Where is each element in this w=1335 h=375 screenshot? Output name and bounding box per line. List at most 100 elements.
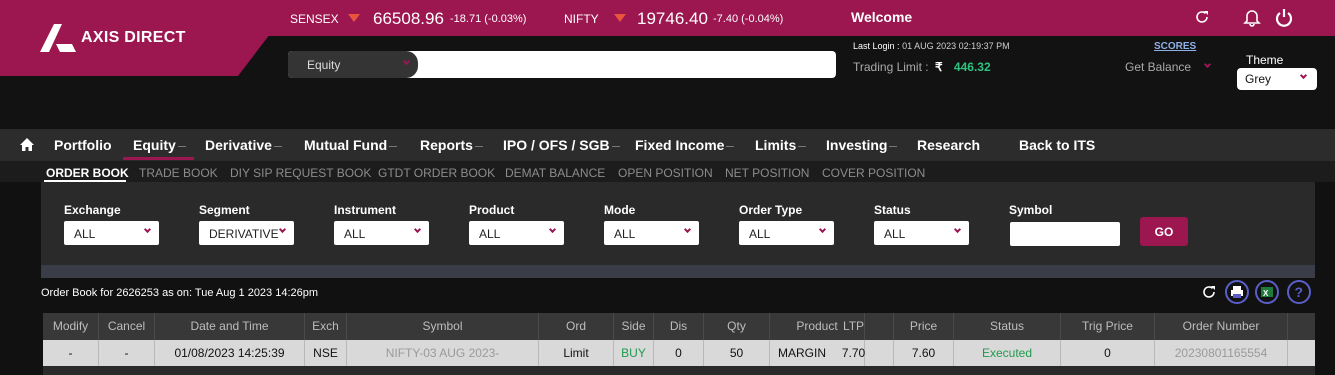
status-select[interactable]: ALL — [874, 221, 969, 245]
excel-export-icon[interactable]: X — [1255, 280, 1279, 304]
nav-limits-label: Limits — [755, 137, 797, 153]
product-select[interactable]: ALL — [469, 221, 564, 245]
last-login: Last Login : 01 AUG 2023 02:19:37 PM — [853, 41, 1010, 51]
cell-exch: NSE — [305, 340, 347, 366]
nifty-change: -7.40 (-0.04%) — [713, 13, 784, 25]
tab-open-position[interactable]: OPEN POSITION — [618, 166, 713, 180]
nifty-name: NIFTY — [564, 12, 599, 26]
nav-back-to-its[interactable]: Back to ITS — [1019, 137, 1095, 153]
nav-equity-label: Equity — [133, 137, 176, 153]
instrument-label: Instrument — [334, 203, 397, 217]
get-balance-dropdown[interactable]: Get Balance — [1125, 60, 1212, 74]
segment-filter-value: DERIVATIVE — [209, 227, 279, 241]
instrument-select[interactable]: ALL — [334, 221, 429, 245]
symbol-input[interactable] — [1010, 222, 1120, 246]
nav-investing-label: Investing — [826, 137, 888, 153]
tab-diy-sip-request-book[interactable]: DIY SIP REQUEST BOOK — [230, 166, 371, 180]
nav-ipo-label: IPO / OFS / SGB — [503, 137, 610, 153]
welcome-title: Welcome — [851, 9, 913, 25]
cell-ltp: 7.70 — [814, 340, 894, 366]
nav-reports[interactable]: Reports — [420, 137, 483, 153]
col-ord[interactable]: Ord — [539, 313, 614, 340]
tab-net-position[interactable]: NET POSITION — [725, 166, 809, 180]
mode-select[interactable]: ALL — [604, 221, 699, 245]
table-header-row: Modify Cancel Date and Time Exch Symbol … — [43, 313, 1315, 340]
col-side[interactable]: Side — [614, 313, 654, 340]
cell-cancel[interactable]: - — [99, 340, 155, 366]
product-value: ALL — [479, 227, 501, 241]
segment-select[interactable]: Equity — [288, 51, 418, 78]
nav-derivative[interactable]: Derivative — [205, 137, 282, 153]
col-exch[interactable]: Exch — [305, 313, 347, 340]
tab-order-book[interactable]: ORDER BOOK — [46, 166, 129, 180]
nav-mutual-fund[interactable]: Mutual Fund — [304, 137, 398, 153]
power-icon[interactable] — [1275, 7, 1293, 27]
tab-cover-position[interactable]: COVER POSITION — [822, 166, 925, 180]
col-dis[interactable]: Dis — [654, 313, 704, 340]
col-date-time[interactable]: Date and Time — [155, 313, 305, 340]
col-ltp[interactable]: LTP — [814, 313, 894, 340]
rupee-icon: ₹ — [934, 60, 943, 74]
search-bar[interactable]: Equity — [288, 51, 836, 78]
order-type-label: Order Type — [739, 203, 803, 217]
header: AXIS DIRECT SENSEX 66508.96 -18.71 (-0.0… — [0, 0, 1335, 128]
home-icon[interactable] — [20, 138, 34, 156]
last-login-value: 01 AUG 2023 02:19:37 PM — [902, 41, 1010, 51]
sub-nav: ORDER BOOK TRADE BOOK DIY SIP REQUEST BO… — [0, 161, 1335, 182]
refresh-icon[interactable] — [1194, 9, 1210, 25]
cell-modify[interactable]: - — [43, 340, 99, 366]
main-nav: Portfolio Equity Derivative Mutual Fund … — [0, 129, 1335, 161]
col-symbol[interactable]: Symbol — [347, 313, 539, 340]
tab-demat-balance[interactable]: DEMAT BALANCE — [505, 166, 605, 180]
nav-portfolio[interactable]: Portfolio — [54, 137, 112, 153]
bell-icon[interactable] — [1243, 7, 1261, 27]
segment-filter-select[interactable]: DERIVATIVE — [199, 221, 294, 245]
help-icon[interactable]: ? — [1287, 280, 1311, 304]
order-type-select[interactable]: ALL — [739, 221, 834, 245]
exchange-select[interactable]: ALL — [64, 221, 159, 245]
col-trig-price[interactable]: Trig Price — [1061, 313, 1155, 340]
status-label: Status — [874, 203, 911, 217]
chevron-down-icon — [683, 225, 692, 234]
scores-link[interactable]: SCORES — [1154, 41, 1196, 52]
col-order-number[interactable]: Order Number — [1155, 313, 1288, 340]
theme-select[interactable]: Grey — [1237, 68, 1317, 90]
logo[interactable]: AXIS DIRECT — [40, 24, 186, 52]
mode-label: Mode — [604, 203, 636, 217]
theme-label: Theme — [1246, 53, 1284, 67]
trading-limit-value: 446.32 — [953, 60, 991, 74]
tab-gtdt-order-book[interactable]: GTDT ORDER BOOK — [378, 166, 495, 180]
svg-text:?: ? — [1295, 284, 1304, 300]
nav-fixed-income[interactable]: Fixed Income — [635, 137, 735, 153]
refresh-icon[interactable] — [1197, 280, 1221, 304]
chevron-down-icon — [953, 225, 962, 234]
print-icon[interactable] — [1225, 280, 1249, 304]
table-row[interactable]: - - 01/08/2023 14:25:39 NSE NIFTY-03 AUG… — [43, 340, 1315, 366]
col-cancel[interactable]: Cancel — [99, 313, 155, 340]
filter-panel: Exchange ALL Segment DERIVATIVE Instrume… — [41, 182, 1315, 278]
nav-reports-label: Reports — [420, 137, 473, 153]
sensex-name: SENSEX — [290, 12, 339, 26]
nav-equity[interactable]: Equity — [133, 137, 186, 153]
go-button[interactable]: GO — [1140, 217, 1188, 246]
col-modify[interactable]: Modify — [43, 313, 99, 340]
nav-research[interactable]: Research — [917, 137, 980, 153]
cell-status: Executed — [954, 340, 1061, 366]
nav-caret-icon — [726, 145, 735, 147]
cell-date-time: 01/08/2023 14:25:39 — [155, 340, 305, 366]
col-status[interactable]: Status — [954, 313, 1061, 340]
nav-caret-icon — [389, 145, 398, 147]
nav-caret-icon — [611, 145, 620, 147]
cell-symbol: NIFTY-03 AUG 2023- — [347, 340, 539, 366]
nav-ipo-ofs-sgb[interactable]: IPO / OFS / SGB — [503, 137, 620, 153]
nav-caret-icon — [474, 145, 483, 147]
nav-limits[interactable]: Limits — [755, 137, 807, 153]
get-balance-label: Get Balance — [1125, 60, 1192, 74]
col-price[interactable]: Price — [894, 313, 954, 340]
tab-trade-book[interactable]: TRADE BOOK — [139, 166, 218, 180]
cell-side: BUY — [614, 340, 654, 366]
col-qty[interactable]: Qty — [704, 313, 770, 340]
nav-caret-icon — [273, 145, 282, 147]
sensex-change: -18.71 (-0.03%) — [450, 13, 527, 25]
nav-investing[interactable]: Investing — [826, 137, 898, 153]
